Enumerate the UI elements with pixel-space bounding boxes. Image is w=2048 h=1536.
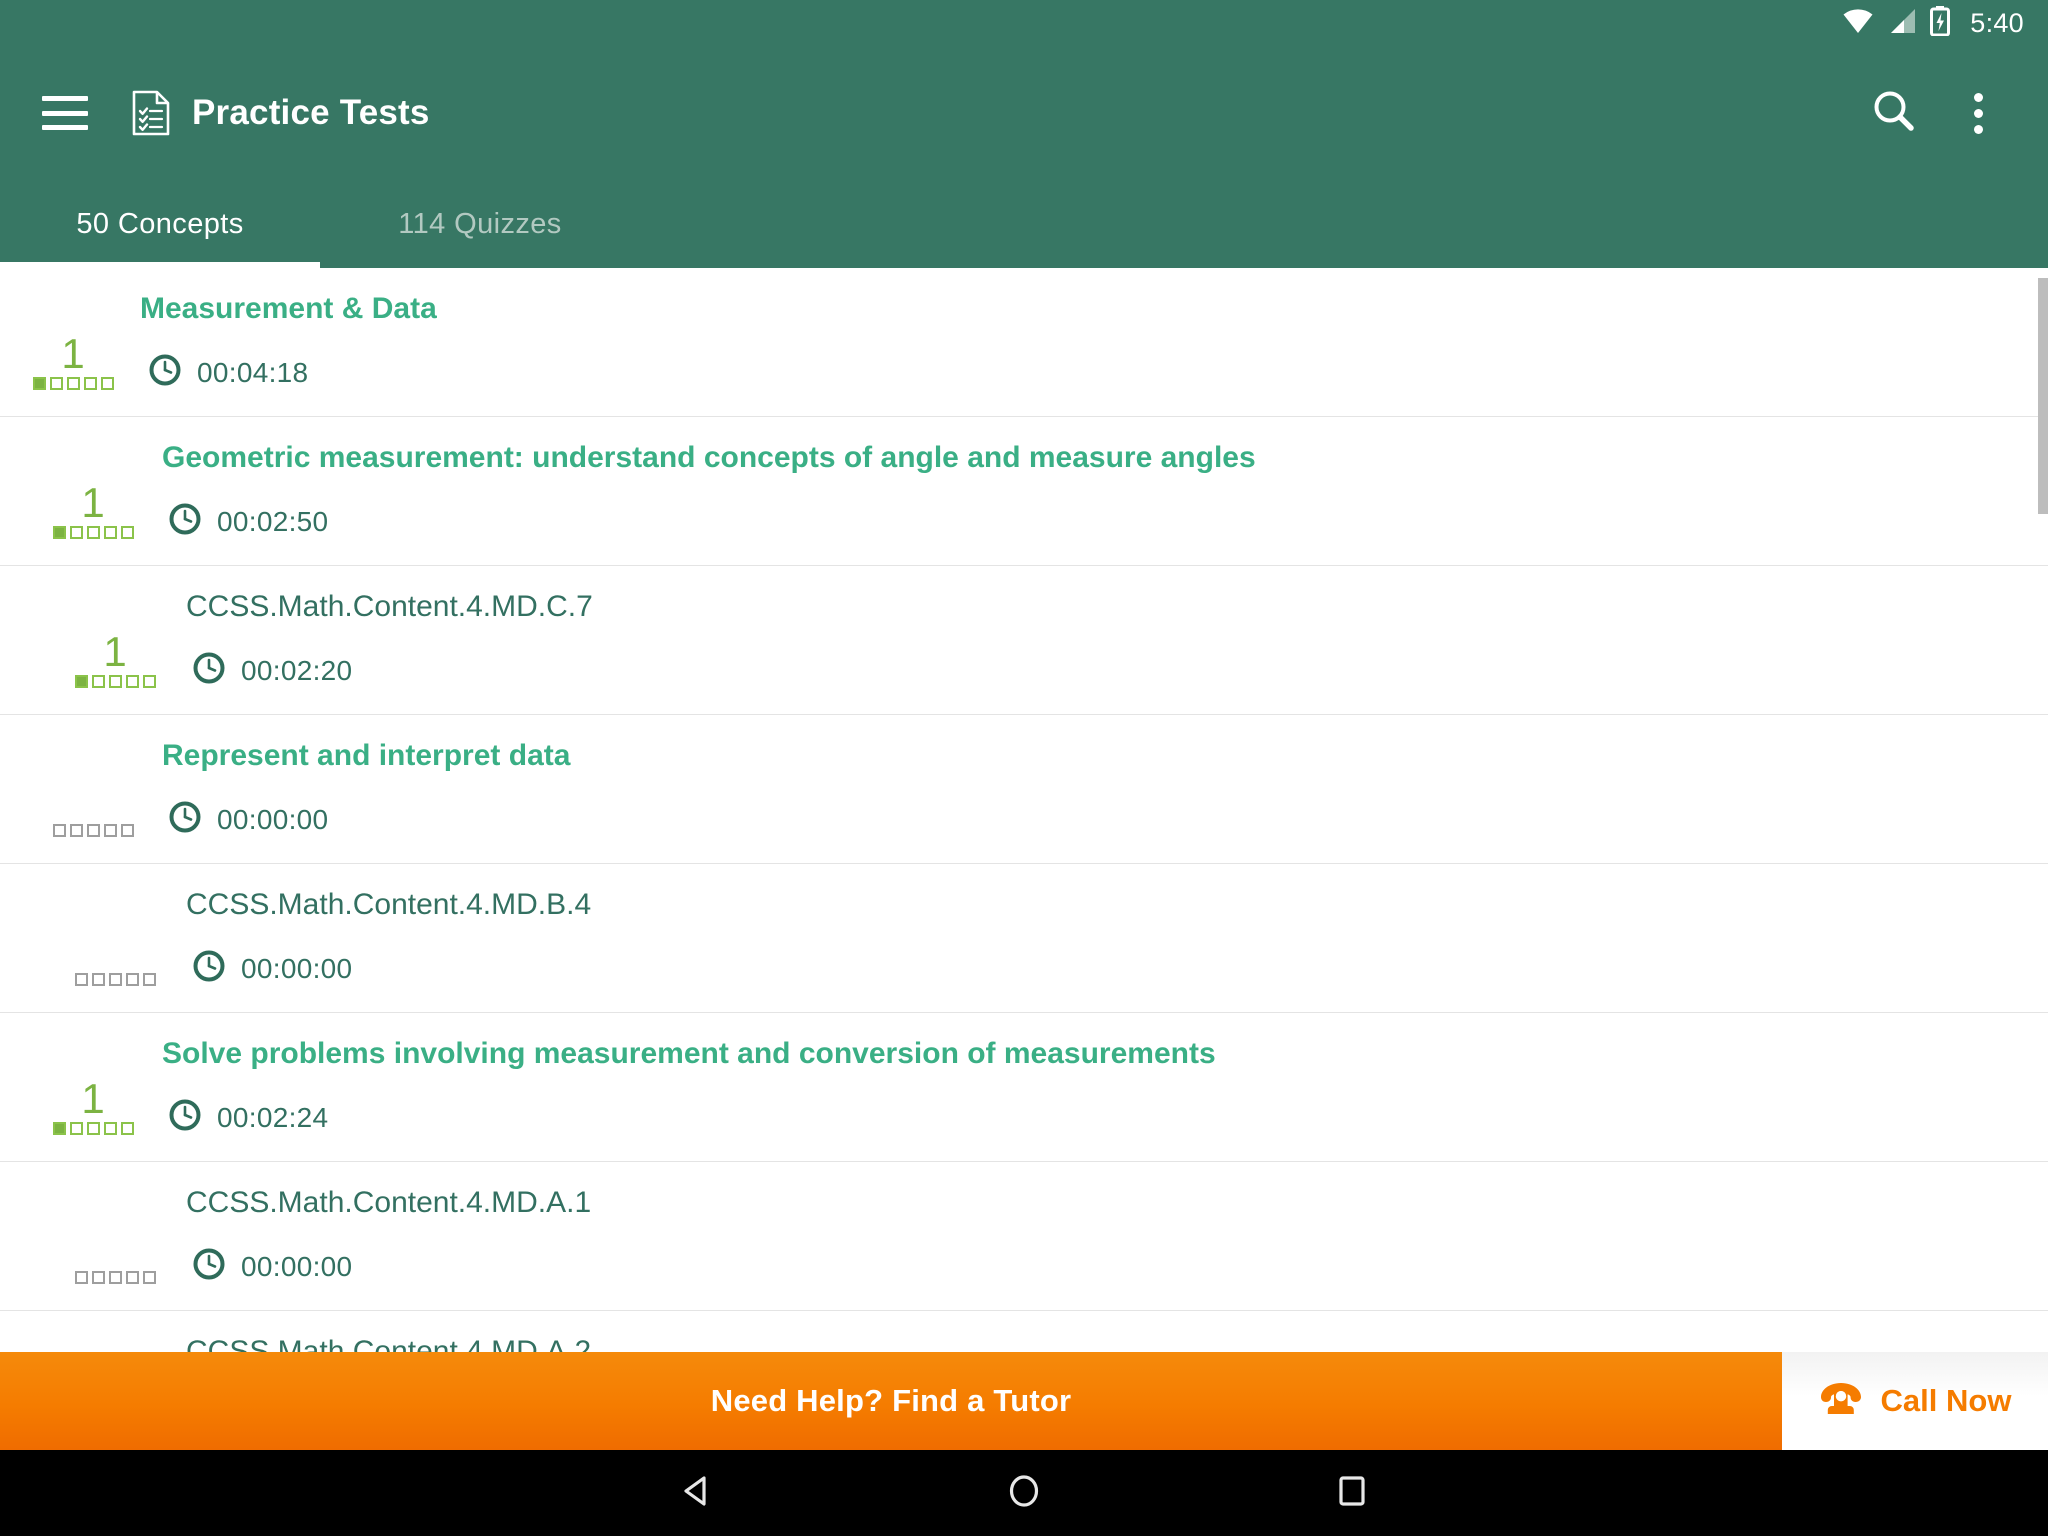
progress-meter: 1 xyxy=(48,1075,138,1135)
search-button[interactable] xyxy=(1852,71,1936,155)
page-title: Practice Tests xyxy=(192,93,430,132)
standard-title: CCSS.Math.Content.4.MD.B.4 xyxy=(186,888,592,921)
progress-score: 1 xyxy=(81,479,105,526)
list-item[interactable]: 1 Geometric measurement: understand conce… xyxy=(0,417,2048,566)
time-value: 00:00:00 xyxy=(217,803,329,835)
list-item[interactable]: 1 Solve problems involving measurement an… xyxy=(0,1013,2048,1162)
back-triangle-icon xyxy=(675,1470,717,1517)
progress-meter: 1 xyxy=(48,479,138,539)
progress-boxes xyxy=(52,1122,134,1135)
progress-boxes xyxy=(52,824,134,837)
time-spent: 00:02:24 xyxy=(168,1098,1216,1137)
progress-boxes xyxy=(74,1271,156,1284)
recents-square-icon xyxy=(1331,1470,1373,1517)
progress-boxes xyxy=(32,377,114,390)
list-item-body: Represent and interpret data 00:00:00 xyxy=(162,737,570,839)
time-value: 00:00:00 xyxy=(241,1250,353,1282)
progress-boxes xyxy=(74,973,156,986)
list-item[interactable]: CCSS.Math.Content.4.MD.A.1 00:00:00 xyxy=(0,1162,2048,1311)
standard-title: CCSS.Math.Content.4.MD.A.2 xyxy=(186,1335,592,1352)
clock-icon xyxy=(192,949,226,988)
concept-title: Represent and interpret data xyxy=(162,739,571,772)
list-item-body: CCSS.Math.Content.4.MD.B.4 00:00:00 xyxy=(186,886,591,988)
checklist-document-icon xyxy=(132,90,170,136)
clock-icon xyxy=(148,353,182,392)
battery-charging-icon xyxy=(1930,5,1951,41)
home-button[interactable] xyxy=(989,1458,1059,1528)
progress-meter xyxy=(70,970,160,986)
call-now-button[interactable]: Call Now xyxy=(1782,1352,2048,1450)
time-spent: 00:04:18 xyxy=(148,353,437,392)
time-value: 00:00:00 xyxy=(241,952,353,984)
list-item-body: Solve problems involving measurement and… xyxy=(162,1035,1216,1137)
overflow-menu-button[interactable] xyxy=(1936,71,2020,155)
concept-title: Solve problems involving measurement and… xyxy=(162,1037,1216,1070)
progress-meter: 1 xyxy=(28,330,118,390)
clock-icon xyxy=(168,502,202,541)
time-spent: 00:00:00 xyxy=(168,800,570,839)
tab-quizzes[interactable]: 114 Quizzes xyxy=(320,180,640,268)
progress-score: 1 xyxy=(103,628,127,675)
progress-boxes xyxy=(52,526,134,539)
list-item-body: Geometric measurement: understand concep… xyxy=(162,439,1256,541)
tab-concepts[interactable]: 50 Concepts xyxy=(0,180,320,268)
recents-button[interactable] xyxy=(1317,1458,1387,1528)
android-navigation-bar xyxy=(0,1450,2048,1536)
overflow-menu-icon xyxy=(1973,92,1983,134)
app-toolbar: Practice Tests xyxy=(0,46,2048,180)
list-item-body: CCSS.Math.Content.4.MD.A.200:00:00 xyxy=(186,1333,591,1352)
clock-icon xyxy=(168,800,202,839)
list-item[interactable]: CCSS.Math.Content.4.MD.A.200:00:00 xyxy=(0,1311,2048,1352)
clock-icon xyxy=(192,1247,226,1286)
standard-title: CCSS.Math.Content.4.MD.A.1 xyxy=(186,1186,592,1219)
hamburger-menu-icon[interactable] xyxy=(42,96,88,130)
android-screen: 5:40 Practice Tests 50 Concepts 114 Quiz… xyxy=(0,0,2048,1536)
list-item-body: Measurement & Data 00:04:18 xyxy=(140,290,437,392)
vertical-scrollbar[interactable] xyxy=(2038,278,2048,514)
telephone-icon xyxy=(1819,1380,1863,1423)
back-button[interactable] xyxy=(661,1458,731,1528)
progress-meter xyxy=(70,1268,160,1284)
list-item[interactable]: 1 CCSS.Math.Content.4.MD.C.7 00:02:20 xyxy=(0,566,2048,715)
find-tutor-button[interactable]: Need Help? Find a Tutor xyxy=(0,1352,1782,1450)
progress-meter xyxy=(48,821,138,837)
clock-icon xyxy=(192,651,226,690)
cellular-signal-icon xyxy=(1887,8,1917,39)
progress-boxes xyxy=(74,675,156,688)
list-item-body: CCSS.Math.Content.4.MD.C.7 00:02:20 xyxy=(186,588,593,690)
call-now-label: Call Now xyxy=(1880,1383,2012,1418)
status-bar: 5:40 xyxy=(0,0,2048,46)
time-value: 00:02:50 xyxy=(217,505,329,537)
time-value: 00:04:18 xyxy=(197,356,309,388)
list-item-body: CCSS.Math.Content.4.MD.A.1 00:00:00 xyxy=(186,1184,591,1286)
status-clock: 5:40 xyxy=(1970,7,2024,38)
time-spent: 00:02:50 xyxy=(168,502,1256,541)
ad-banner-text: Need Help? Find a Tutor xyxy=(710,1383,1072,1418)
clock-icon xyxy=(168,1098,202,1137)
wifi-icon xyxy=(1842,8,1874,39)
time-spent: 00:00:00 xyxy=(192,1247,591,1286)
time-spent: 00:02:20 xyxy=(192,651,593,690)
search-icon xyxy=(1871,88,1917,139)
list-item[interactable]: Represent and interpret data 00:00:00 xyxy=(0,715,2048,864)
concept-title: Geometric measurement: understand concep… xyxy=(162,441,1256,474)
list-item[interactable]: 1 Measurement & Data 00:04:18 xyxy=(0,268,2048,417)
concepts-list[interactable]: 1 Measurement & Data 00:04:18 1 Geometric me… xyxy=(0,268,2048,1352)
standard-title: CCSS.Math.Content.4.MD.C.7 xyxy=(186,590,593,623)
progress-score: 1 xyxy=(61,330,85,377)
tutor-ad-banner: Need Help? Find a Tutor Call Now xyxy=(0,1352,2048,1450)
status-icon-group xyxy=(1842,5,1951,41)
home-circle-icon xyxy=(1003,1470,1045,1517)
progress-score: 1 xyxy=(81,1075,105,1122)
tab-bar: 50 Concepts 114 Quizzes xyxy=(0,180,2048,268)
progress-meter: 1 xyxy=(70,628,160,688)
time-value: 00:02:24 xyxy=(217,1101,329,1133)
time-value: 00:02:20 xyxy=(241,654,353,686)
list-item[interactable]: CCSS.Math.Content.4.MD.B.4 00:00:00 xyxy=(0,864,2048,1013)
time-spent: 00:00:00 xyxy=(192,949,591,988)
concept-title: Measurement & Data xyxy=(140,292,437,325)
